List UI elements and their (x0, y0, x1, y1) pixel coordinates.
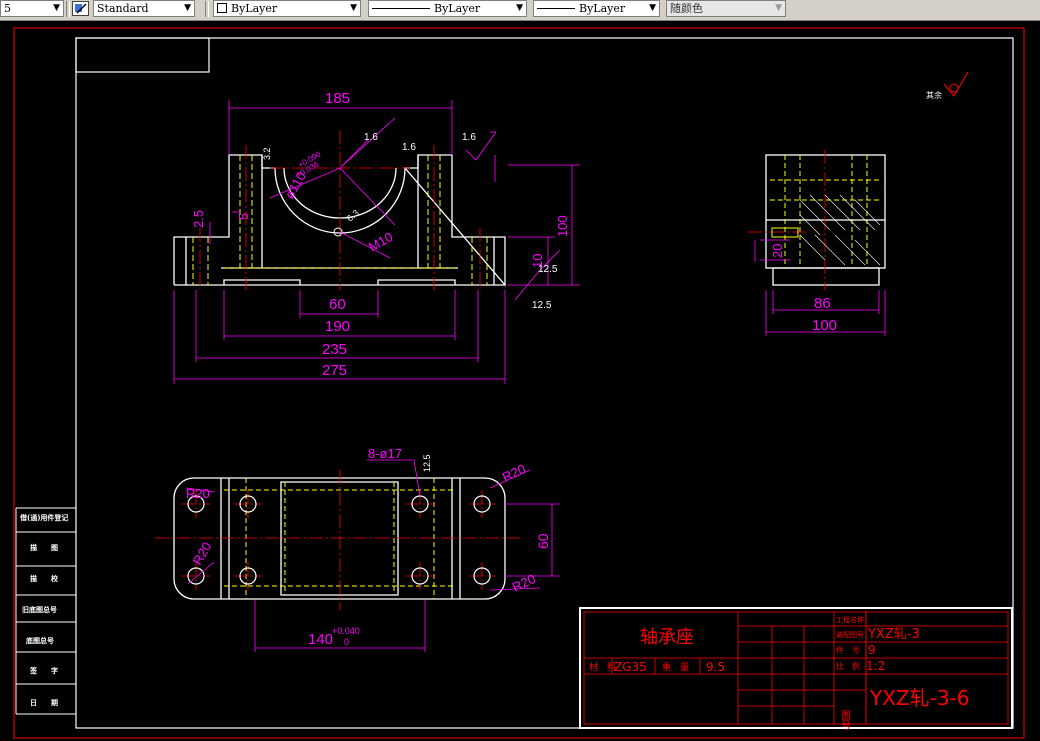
plot-style-value: 随颜色 (670, 2, 703, 15)
part-name: 轴承座 (640, 627, 694, 648)
chevron-down-icon: ▼ (53, 3, 60, 13)
roughness-note-label: 其余 (926, 90, 942, 100)
side-view: 86 100 20 (748, 150, 886, 336)
material-value: ZG35 (614, 660, 647, 674)
dim-2-5: 2.5 (191, 210, 206, 228)
lineweight-sample-icon (537, 8, 575, 9)
radius-r20-c: R20 (186, 486, 210, 501)
dim-185: 185 (325, 90, 350, 107)
plot-style-dropdown[interactable]: 随颜色 ▼ (666, 0, 786, 17)
top-view: 8-ø17 12.5 R20 R20 R20 R20 60 140 +0.040… (155, 446, 560, 652)
dim-5: 5 (236, 213, 251, 220)
scale-value: 1:2 (866, 659, 885, 673)
holes-8-d17: 8-ø17 (368, 446, 402, 461)
linetype-value: ByLayer (434, 2, 481, 15)
radius-r20-a: R20 (500, 461, 528, 485)
side-label-1: 描 图 (30, 543, 58, 552)
side-dim-86: 86 (814, 295, 831, 312)
project-label: 工程名称 (836, 615, 864, 624)
radius-r20-b: R20 (510, 571, 538, 595)
roughness-1-6-b: 1.6 (402, 142, 416, 153)
color-value: ByLayer (231, 2, 278, 15)
side-dim-100: 100 (812, 317, 837, 334)
side-label-6: 日 期 (30, 698, 58, 707)
toolbar-separator (205, 1, 209, 17)
top-view-outline (173, 477, 506, 600)
top-view-dimension-lines (185, 459, 560, 652)
top-dim-140: 140 (308, 631, 333, 648)
roughness-12-5-b: 12.5 (532, 300, 552, 311)
dim-275: 275 (322, 362, 347, 379)
code-box (75, 37, 210, 73)
drawing-no-value: YXZ轧-3-6 (869, 686, 970, 710)
front-view-center-lines (199, 130, 481, 290)
title-block: 轴承座 材 料 ZG35 重 量 9.5 工程名称 装配图号 YXZ轧-3 件 … (579, 607, 1013, 731)
chevron-down-icon: ▼ (775, 3, 782, 13)
scale-label: 比 例 (836, 661, 860, 671)
roughness-symbol-icon (943, 71, 969, 97)
dim-190: 190 (325, 318, 350, 335)
side-view-hatch (799, 194, 881, 266)
layer-dropdown[interactable]: 5 ▼ (0, 0, 64, 17)
dim-60: 60 (329, 296, 346, 313)
material-label: 材 料 (589, 661, 616, 673)
side-label-4: 底图总号 (26, 636, 54, 645)
properties-toolbar: 5 ▼ Standard ▼ ByLayer ▼ ByLayer ▼ ByLayer ▼ … (0, 0, 1040, 21)
linetype-dropdown[interactable]: ByLayer ▼ (368, 0, 527, 17)
top-view-holes (187, 495, 491, 585)
top-dim-140-tol-upper: +0.040 (332, 626, 360, 636)
side-label-0: 借(通)用件登记 (19, 513, 68, 522)
roughness-1-6-a: 1.6 (364, 132, 378, 143)
front-view: 185 2.5 5 100 10 12.5 12.5 60 190 235 27… (173, 90, 580, 384)
roughness-12-5-a: 12.5 (538, 264, 558, 275)
item-value: 9 (868, 643, 876, 657)
chevron-down-icon: ▼ (516, 3, 523, 13)
top-dim-140-tol-lower: 0 (344, 637, 349, 647)
chevron-down-icon: ▼ (350, 3, 357, 13)
color-dropdown[interactable]: ByLayer ▼ (213, 0, 361, 17)
side-label-3: 旧底图总号 (22, 605, 57, 614)
toolbar-separator (66, 1, 70, 17)
dim-100: 100 (555, 215, 570, 237)
dim-235: 235 (322, 341, 347, 358)
lineweight-dropdown[interactable]: ByLayer ▼ (533, 0, 660, 17)
project-no-value: YXZ轧-3 (867, 627, 920, 642)
thread-m10: M10 (366, 229, 395, 255)
color-swatch-icon (217, 3, 227, 13)
front-view-outline (173, 154, 506, 287)
text-style-dropdown[interactable]: Standard ▼ (93, 0, 195, 17)
layer-value: 5 (4, 2, 11, 15)
item-label: 件 号 (836, 645, 860, 655)
top-dim-60: 60 (535, 533, 551, 549)
radius-r20-d: R20 (190, 539, 215, 567)
roughness-3-2: 3.2 (262, 147, 272, 160)
roughness-1-6-c: 1.6 (462, 132, 476, 143)
side-label-5: 签 字 (29, 666, 58, 675)
side-label-2: 描 校 (30, 574, 59, 583)
side-dim-20: 20 (770, 244, 785, 258)
weight-value: 9.5 (706, 660, 725, 674)
lineweight-value: ByLayer (579, 2, 626, 15)
text-style-value: Standard (97, 2, 149, 15)
text-style-icon[interactable] (72, 1, 89, 16)
drawing-canvas[interactable]: 其余 185 2.5 5 100 10 12.5 12.5 60 190 235… (0, 20, 1040, 741)
weight-label: 重 量 (662, 661, 689, 673)
drawing-no-label: 图号 (839, 710, 851, 731)
chevron-down-icon: ▼ (184, 3, 191, 13)
project-no-label: 装配图号 (836, 630, 864, 639)
chevron-down-icon: ▼ (649, 3, 656, 13)
roughness-6-3: 6.3 (345, 208, 361, 224)
linetype-sample-icon (372, 8, 430, 9)
side-table: 借(通)用件登记 描 图 描 校 旧底图总号 底图总号 签 字 日 期 (15, 507, 76, 715)
top-roughness-12-5: 12.5 (422, 454, 432, 472)
drawing-frame (75, 37, 1014, 729)
